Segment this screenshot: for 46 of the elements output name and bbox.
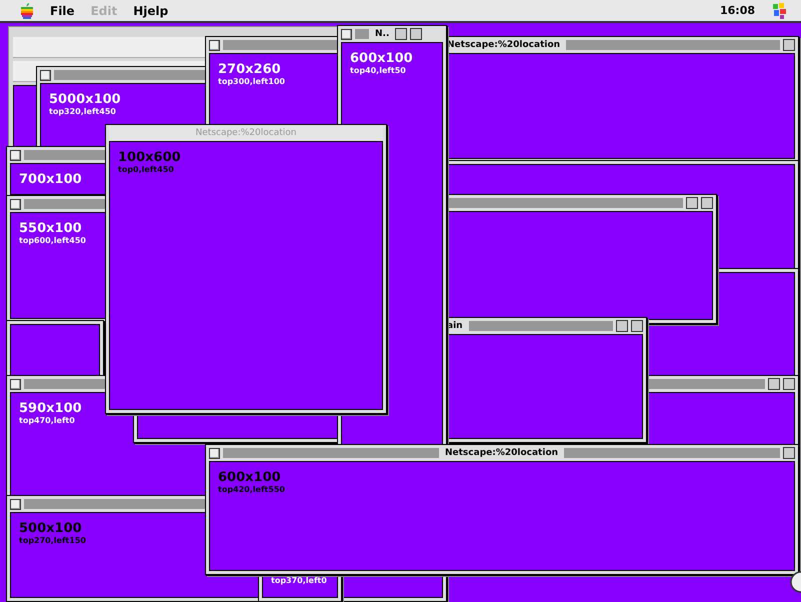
clock: 16:08 [720, 4, 755, 17]
size-label: 700x100 [19, 172, 82, 187]
window-button[interactable] [768, 378, 780, 390]
position-label: top300,left100 [218, 77, 285, 86]
close-box[interactable] [209, 40, 220, 50]
size-label: 5000x100 [49, 92, 121, 107]
window-button[interactable] [616, 320, 628, 332]
application-icon[interactable] [771, 2, 789, 20]
size-label: 270x260 [218, 62, 281, 77]
close-box[interactable] [10, 150, 21, 160]
position-label: top0,left450 [118, 165, 174, 174]
window-button[interactable] [783, 447, 796, 459]
size-label: 100x600 [118, 150, 181, 165]
window-button[interactable] [631, 320, 643, 332]
close-box[interactable] [10, 378, 21, 390]
close-box[interactable] [10, 498, 21, 510]
window-button[interactable] [410, 28, 422, 40]
window-button[interactable] [783, 378, 795, 390]
size-label: 550x100 [19, 221, 82, 236]
position-label: top600,left450 [19, 236, 86, 245]
size-label: 600x100 [350, 51, 413, 66]
window-title: Netscape:%20location [446, 40, 562, 50]
size-label: 500x100 [19, 521, 82, 536]
size-label: 600x100 [218, 470, 281, 485]
title-bar-stripes [355, 29, 369, 39]
position-label: top420,left550 [218, 485, 285, 494]
window-button[interactable] [395, 28, 408, 40]
window-title: Netscape:%20location [444, 448, 560, 458]
menu-item[interactable]: File [50, 4, 75, 18]
close-box[interactable] [10, 198, 21, 210]
apple-logo-icon[interactable] [20, 2, 34, 18]
window-button[interactable] [686, 197, 698, 209]
window-title: N.. [374, 29, 390, 39]
window-title: Netscape:%20location [194, 128, 298, 138]
close-box[interactable] [341, 28, 352, 40]
window-button[interactable] [783, 39, 795, 51]
size-label: 590x100 [19, 401, 82, 416]
position-label: top470,left0 [19, 416, 75, 425]
position-label: top40,left50 [350, 66, 406, 75]
position-label: top270,left150 [19, 536, 86, 545]
close-box[interactable] [40, 70, 51, 80]
position-label: top370,left0 [271, 576, 327, 585]
menu-item[interactable]: Hjelp [133, 4, 168, 18]
close-box[interactable] [209, 448, 220, 458]
window-button[interactable] [701, 197, 713, 209]
position-label: top320,left450 [49, 107, 116, 116]
